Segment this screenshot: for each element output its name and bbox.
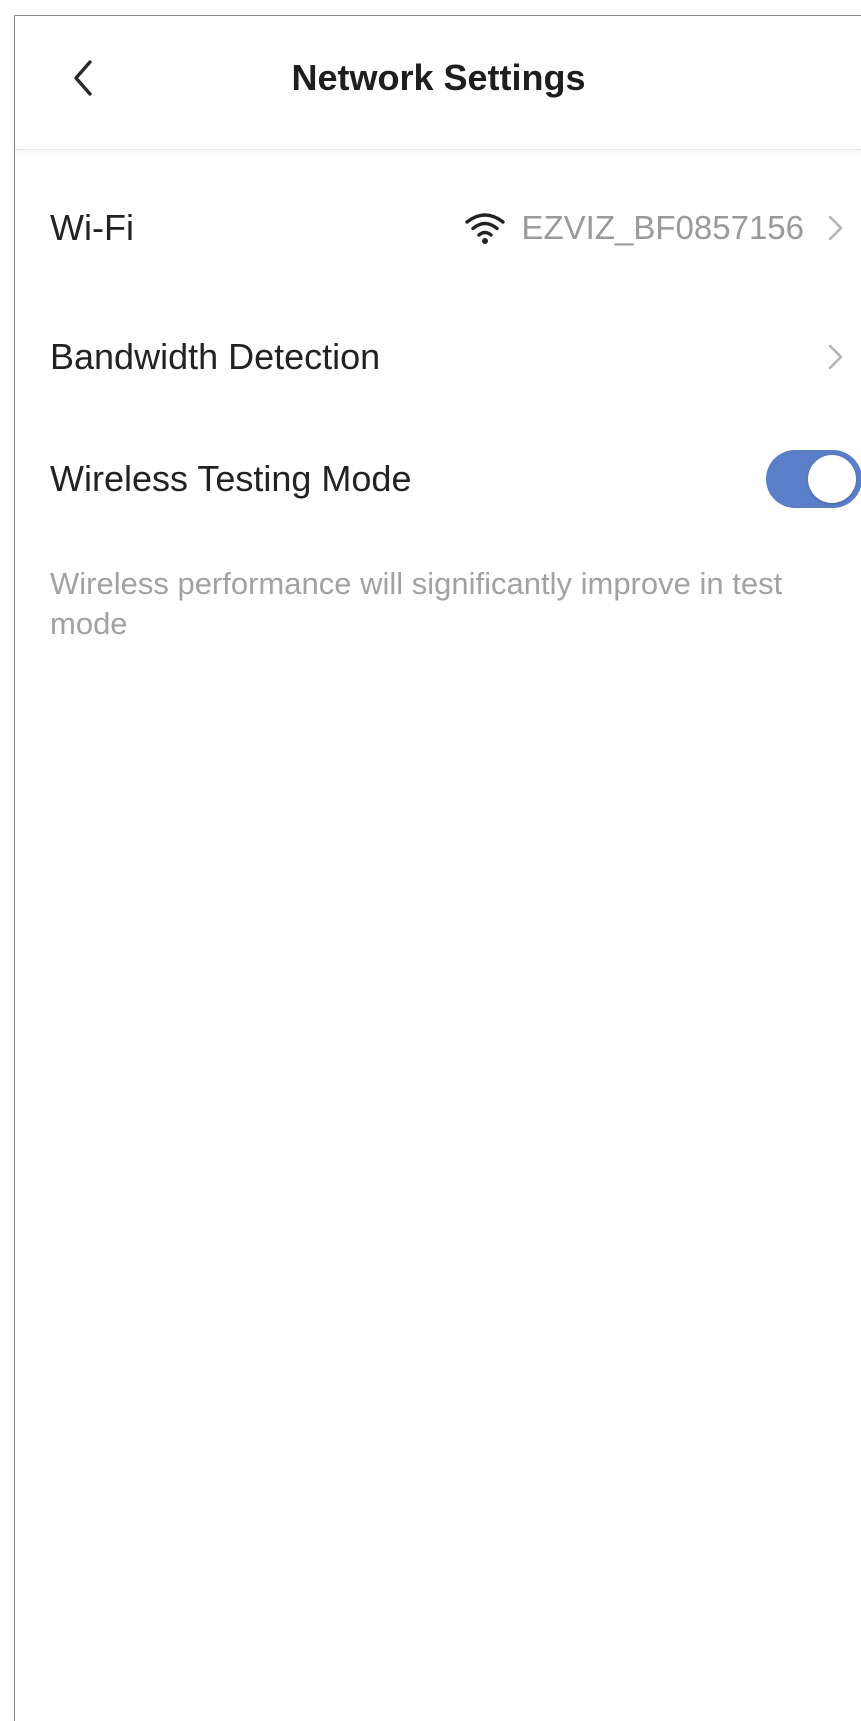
toggle-knob [808,455,856,503]
wireless-testing-mode-label: Wireless Testing Mode [50,458,412,499]
wifi-network-name: EZVIZ_BF0857156 [521,209,805,246]
chevron-right-icon [828,215,843,241]
bandwidth-row-right [824,342,848,372]
wireless-testing-mode-row: Wireless Testing Mode [15,424,861,534]
wireless-testing-hint: Wireless performance will significantly … [50,566,783,641]
page-title: Network Settings [291,57,586,98]
bandwidth-detection-row[interactable]: Bandwidth Detection [15,302,861,412]
wifi-row-right: EZVIZ_BF0857156 [464,209,849,247]
header-bar: Network Settings [15,16,861,150]
bandwidth-detection-label: Bandwidth Detection [50,336,381,377]
wifi-icon [464,213,505,244]
wifi-row[interactable]: Wi-Fi EZVIZ_BF0857156 [15,173,861,283]
wireless-testing-mode-toggle[interactable] [766,450,861,508]
chevron-right-icon [828,344,843,370]
wifi-label: Wi-Fi [50,207,134,248]
screen: Network Settings Wi-Fi EZVIZ_BF0857156 B… [14,15,861,1721]
